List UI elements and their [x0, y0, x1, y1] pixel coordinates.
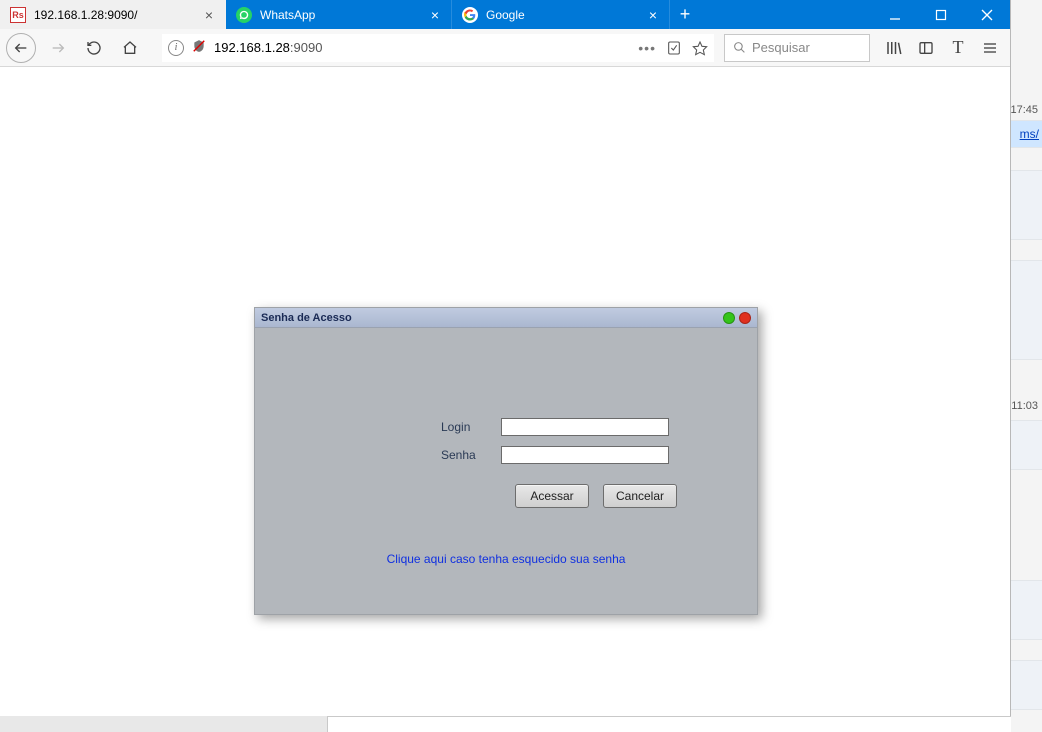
nav-toolbar: i 192.168.1.28:9090 ••• Pesquisar [0, 29, 1010, 67]
login-row: Login [441, 418, 669, 436]
menu-button[interactable] [980, 38, 1000, 58]
extension-t-icon[interactable]: T [948, 38, 968, 58]
back-button[interactable] [6, 33, 36, 63]
tab-2[interactable]: WhatsApp × [226, 0, 452, 29]
page-actions-icon[interactable]: ••• [638, 40, 656, 56]
cancelar-button[interactable]: Cancelar [603, 484, 677, 508]
senha-label: Senha [441, 448, 501, 462]
dialog-body: Login Senha Acessar Cancelar Clique aqui… [255, 328, 757, 614]
tracking-protection-icon[interactable] [192, 39, 206, 56]
browser-window: Rs 192.168.1.28:9090/ × WhatsApp × Googl… [0, 0, 1011, 716]
background-link-fragment: ms/ [1020, 127, 1039, 141]
tab-3-label: Google [486, 8, 639, 22]
dialog-close-dot[interactable] [739, 312, 751, 324]
favicon-app-icon: Rs [10, 7, 26, 23]
url-port: :9090 [290, 40, 323, 55]
bottom-strip [327, 716, 1011, 732]
dialog-title: Senha de Acesso [261, 312, 352, 324]
url-host: 192.168.1.28 [214, 40, 290, 55]
dialog-buttons: Acessar Cancelar [515, 484, 677, 508]
reload-button[interactable] [78, 32, 110, 64]
forward-button[interactable] [42, 32, 74, 64]
forgot-password-link[interactable]: Clique aqui caso tenha esquecido sua sen… [255, 552, 757, 566]
library-icon[interactable] [884, 38, 904, 58]
background-time-2: 11:03 [1011, 400, 1038, 412]
tab-1[interactable]: Rs 192.168.1.28:9090/ × [0, 0, 226, 29]
bookmark-star-icon[interactable] [692, 40, 708, 56]
background-time-1: 17:45 [1010, 104, 1038, 116]
window-maximize-button[interactable] [918, 0, 964, 29]
sidebar-icon[interactable] [916, 38, 936, 58]
site-info-icon[interactable]: i [168, 40, 184, 56]
tab-2-close-icon[interactable]: × [427, 7, 443, 23]
senha-input[interactable] [501, 446, 669, 464]
dialog-titlebar[interactable]: Senha de Acesso [255, 308, 757, 328]
senha-row: Senha [441, 446, 669, 464]
tab-1-close-icon[interactable]: × [201, 7, 217, 23]
url-bar[interactable]: i 192.168.1.28:9090 ••• [162, 34, 714, 62]
search-icon [733, 41, 746, 54]
window-controls [872, 0, 1010, 29]
tab-2-label: WhatsApp [260, 8, 421, 22]
favicon-google-icon [462, 7, 478, 23]
login-label: Login [441, 420, 501, 434]
url-actions: ••• [638, 40, 708, 56]
tab-strip: Rs 192.168.1.28:9090/ × WhatsApp × Googl… [0, 0, 1010, 29]
page-content: Senha de Acesso Login Senha Acessar Canc… [0, 67, 1010, 716]
url-text: 192.168.1.28:9090 [214, 40, 630, 55]
acessar-button[interactable]: Acessar [515, 484, 589, 508]
dialog-minimize-dot[interactable] [723, 312, 735, 324]
reader-mode-icon[interactable] [666, 40, 682, 56]
login-input[interactable] [501, 418, 669, 436]
login-dialog: Senha de Acesso Login Senha Acessar Canc… [254, 307, 758, 615]
home-button[interactable] [114, 32, 146, 64]
new-tab-button[interactable]: + [670, 0, 700, 29]
window-minimize-button[interactable] [872, 0, 918, 29]
favicon-whatsapp-icon [236, 7, 252, 23]
tab-1-label: 192.168.1.28:9090/ [34, 8, 195, 22]
window-close-button[interactable] [964, 0, 1010, 29]
toolbar-right-icons: T [884, 38, 1004, 58]
tab-3-close-icon[interactable]: × [645, 7, 661, 23]
search-bar[interactable]: Pesquisar [724, 34, 870, 62]
search-placeholder: Pesquisar [752, 40, 810, 55]
tab-3[interactable]: Google × [452, 0, 670, 29]
